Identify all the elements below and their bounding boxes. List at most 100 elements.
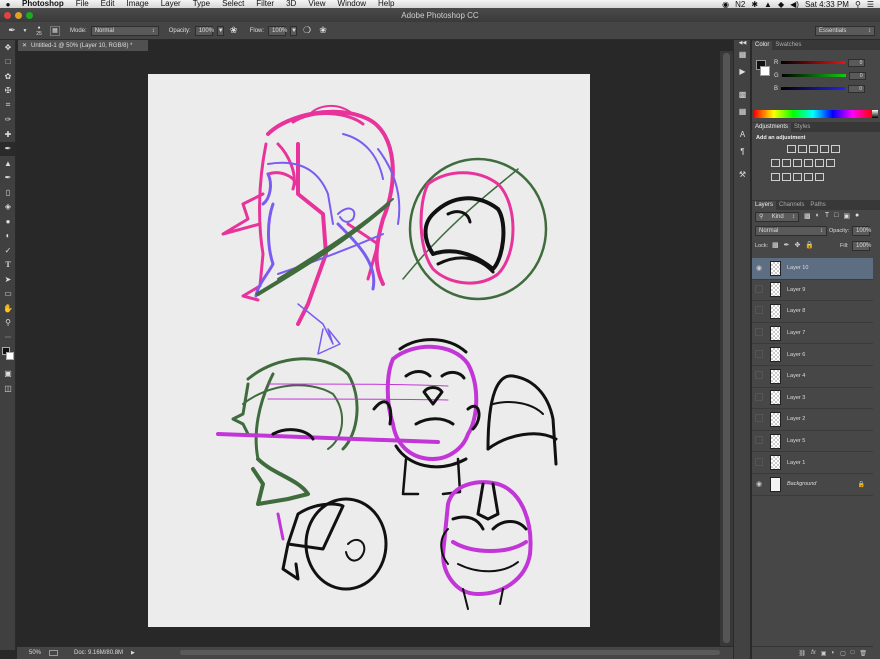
flow-field[interactable]: 100% <box>268 25 287 36</box>
dodge-tool-icon[interactable]: ◐ <box>0 229 16 244</box>
layer-name[interactable]: Layer 1 <box>787 460 805 466</box>
tool-presets-icon[interactable]: ⚒ <box>734 166 751 183</box>
brush-tool-icon[interactable]: ✒ <box>6 25 18 37</box>
layer-row[interactable]: Layer 5 <box>752 431 873 453</box>
character-panel-icon[interactable]: A <box>734 126 751 143</box>
eye-icon[interactable]: ◉ <box>752 264 766 272</box>
layer-row[interactable]: ◉ Layer 10 <box>752 258 873 280</box>
lock-transparency-icon[interactable]: ▩ <box>772 241 779 249</box>
adjustment-filter-icon[interactable]: ◐ <box>816 212 820 220</box>
flow-dropdown[interactable]: ▼ <box>290 25 298 36</box>
chevron-down-icon[interactable]: ▼ <box>22 25 28 37</box>
brush-panel-icon[interactable]: ▩ <box>734 86 751 103</box>
menu-edit[interactable]: Edit <box>95 0 121 8</box>
hue-saturation-icon[interactable] <box>771 159 780 167</box>
airbrush-icon[interactable]: ❍ <box>301 25 313 37</box>
tab-swatches[interactable]: Swatches <box>772 41 804 50</box>
layer-name[interactable]: Background <box>787 481 816 487</box>
layer-opacity-field[interactable]: 100% <box>852 226 871 236</box>
layer-thumbnail[interactable] <box>770 282 781 298</box>
chevron-right-icon[interactable]: ▶ <box>131 650 135 656</box>
mask-icon[interactable]: ▣ <box>821 650 827 657</box>
mode-dropdown[interactable]: Normal ↕ <box>90 25 159 36</box>
layer-row[interactable]: Layer 6 <box>752 344 873 366</box>
status-icon[interactable]: ◀) <box>790 0 799 8</box>
share-icon[interactable] <box>49 650 59 656</box>
search-icon[interactable]: ⚲ <box>855 0 861 8</box>
blend-mode-dropdown[interactable]: Normal ↕ <box>755 226 827 236</box>
bw-ramp[interactable] <box>872 110 878 118</box>
layer-row[interactable]: Layer 2 <box>752 409 873 431</box>
smart-object-filter-icon[interactable]: ▣ <box>843 212 850 220</box>
layer-thumbnail[interactable] <box>770 476 781 492</box>
menu-image[interactable]: Image <box>120 0 154 8</box>
tab-paths[interactable]: Paths <box>807 201 828 210</box>
document-tab[interactable]: ✕ Untitled-1 @ 50% (Layer 10, RGB/8) * <box>18 40 148 51</box>
visibility-toggle[interactable] <box>752 414 766 424</box>
red-slider[interactable]: R 0 <box>774 58 878 67</box>
layer-name[interactable]: Layer 7 <box>787 330 805 336</box>
screen-mode-icon[interactable]: ◫ <box>0 381 16 396</box>
opacity-dropdown[interactable]: ▼ <box>216 25 224 36</box>
layer-thumbnail[interactable] <box>770 347 781 363</box>
actions-panel-icon[interactable]: ▶ <box>734 63 751 80</box>
layer-name[interactable]: Layer 10 <box>787 265 808 271</box>
menubar-clock[interactable]: Sat 4:33 PM <box>805 0 849 8</box>
visibility-toggle[interactable] <box>752 457 766 468</box>
tab-adjustments[interactable]: Adjustments <box>752 123 792 132</box>
lock-all-icon[interactable]: 🔒 <box>805 241 814 249</box>
path-select-tool-icon[interactable]: ➤ <box>0 272 16 287</box>
quick-select-tool-icon[interactable]: ✠ <box>0 84 16 99</box>
more-tools-icon[interactable]: ⋯ <box>0 330 16 345</box>
color-balance-icon[interactable] <box>782 159 791 167</box>
layer-thumbnail[interactable] <box>770 411 781 427</box>
blue-slider[interactable]: B 0 <box>774 84 878 93</box>
visibility-toggle[interactable] <box>752 436 766 446</box>
lasso-tool-icon[interactable]: ✿ <box>0 69 16 84</box>
hand-tool-icon[interactable]: ✋ <box>0 301 16 316</box>
lock-position-icon[interactable]: ✥ <box>795 241 801 249</box>
visibility-toggle[interactable] <box>752 328 766 338</box>
visibility-toggle[interactable] <box>752 284 766 295</box>
brightness-icon[interactable] <box>787 145 796 153</box>
tab-channels[interactable]: Channels <box>776 201 807 210</box>
zoom-level[interactable]: 50% <box>29 650 41 656</box>
vertical-scrollbar-thumb[interactable] <box>723 53 730 643</box>
blur-tool-icon[interactable]: ● <box>0 214 16 229</box>
pressure-size-icon[interactable]: ❀ <box>317 25 329 37</box>
layer-row[interactable]: Layer 4 <box>752 366 873 388</box>
eye-icon[interactable]: ◉ <box>752 480 766 488</box>
menu-type[interactable]: Type <box>187 0 216 8</box>
document-canvas[interactable] <box>148 74 590 627</box>
layer-thumbnail[interactable] <box>770 260 781 276</box>
curves-icon[interactable] <box>809 145 818 153</box>
layer-name[interactable]: Layer 9 <box>787 287 805 293</box>
visibility-toggle[interactable] <box>752 306 766 316</box>
background-color-swatch[interactable] <box>6 351 14 360</box>
new-layer-icon[interactable]: □ <box>851 650 855 656</box>
layer-thumbnail[interactable] <box>770 455 781 471</box>
green-value[interactable]: 0 <box>848 71 866 80</box>
layer-name[interactable]: Layer 8 <box>787 308 805 314</box>
adjustment-icon[interactable]: ◐ <box>831 650 835 656</box>
fx-icon[interactable]: fx <box>811 650 816 656</box>
invert-icon[interactable] <box>771 173 780 181</box>
black-white-icon[interactable] <box>793 159 802 167</box>
channel-mixer-icon[interactable] <box>815 159 824 167</box>
history-panel-icon[interactable]: ▦ <box>734 46 751 63</box>
brush-tool-icon[interactable]: ✒ <box>0 141 16 156</box>
tab-layers[interactable]: Layers <box>752 201 777 210</box>
menu-file[interactable]: File <box>70 0 95 8</box>
exposure-icon[interactable] <box>820 145 829 153</box>
paint-bucket-tool-icon[interactable]: ◈ <box>0 200 16 215</box>
eraser-tool-icon[interactable]: ▯ <box>0 185 16 200</box>
blue-track[interactable] <box>781 87 846 90</box>
filter-toggle-icon[interactable]: ● <box>855 212 859 220</box>
green-track[interactable] <box>781 74 846 77</box>
layer-thumbnail[interactable] <box>770 325 781 341</box>
threshold-icon[interactable] <box>793 173 802 181</box>
vertical-scrollbar[interactable] <box>720 51 733 646</box>
status-icon[interactable]: ✱ <box>751 0 758 8</box>
layer-name[interactable]: Layer 5 <box>787 438 805 444</box>
levels-icon[interactable] <box>798 145 807 153</box>
